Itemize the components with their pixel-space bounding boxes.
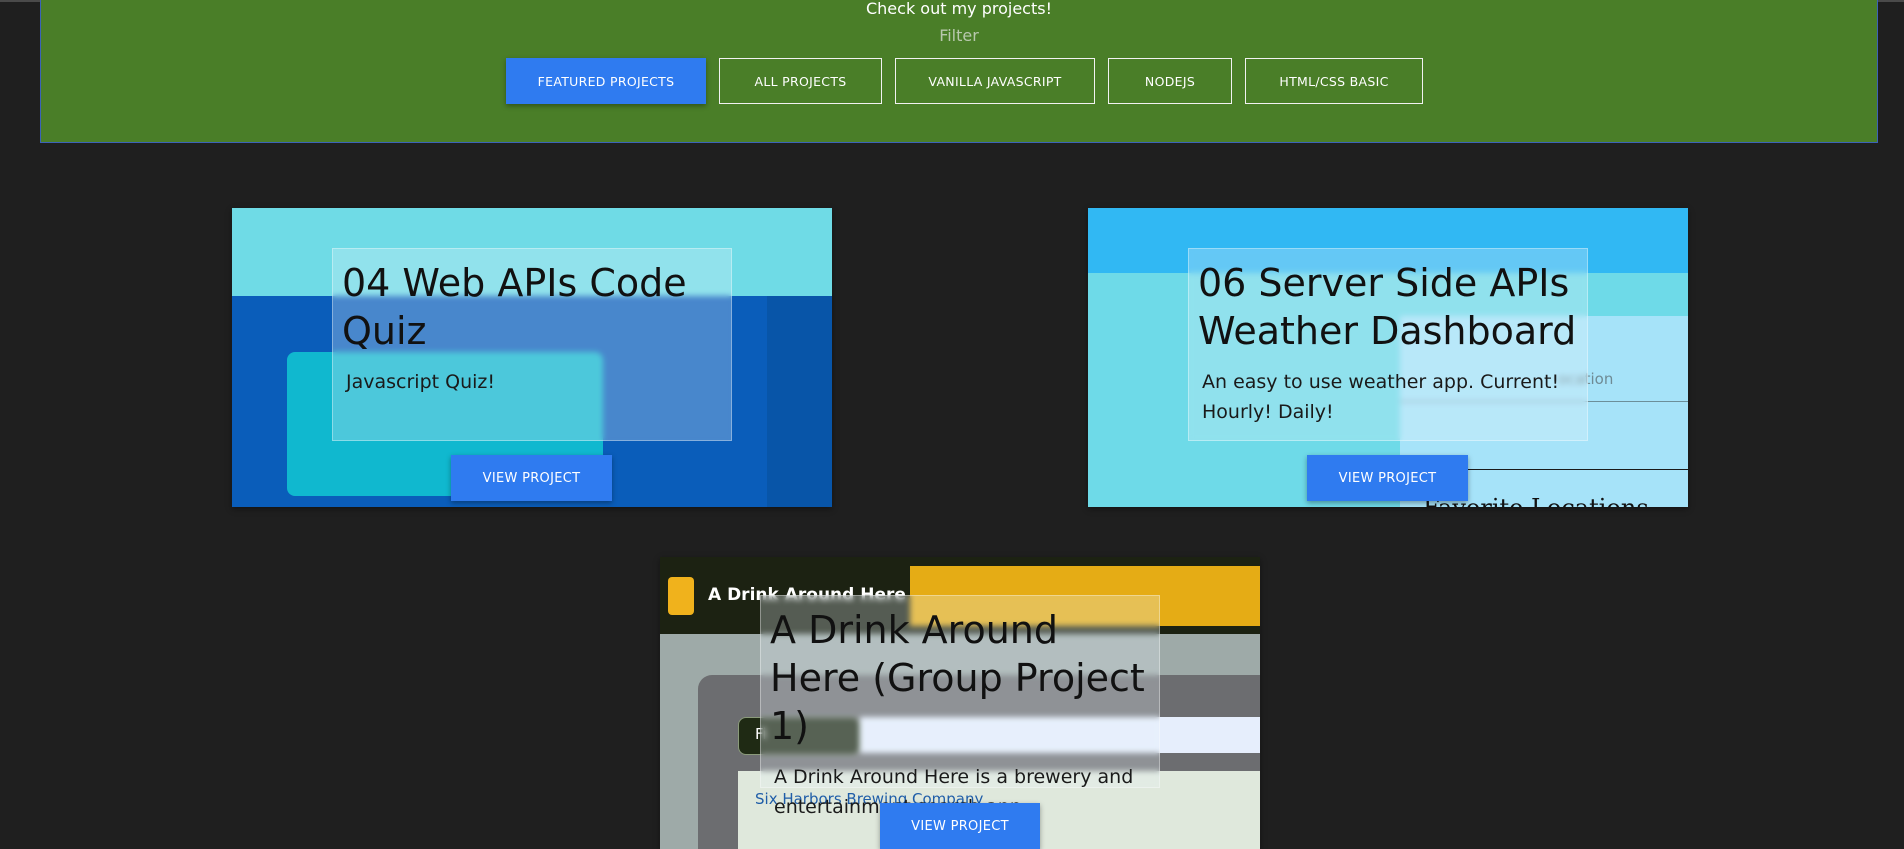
view-project-button[interactable]: VIEW PROJECT (1307, 455, 1468, 501)
beer-mug-icon (668, 577, 694, 615)
filter-all-projects-button[interactable]: ALL PROJECTS (719, 58, 882, 104)
filter-html-css-basic-button[interactable]: HTML/CSS BASIC (1245, 58, 1423, 104)
project-card-drink-around-here: A Drink Around Here Fi Six Harbors Brewi… (660, 557, 1260, 849)
section-headline: Check out my projects! (865, 0, 1052, 18)
filter-featured-projects-button[interactable]: FEATURED PROJECTS (506, 58, 706, 104)
project-title: A Drink Around Here (Group Project 1) (770, 608, 1145, 748)
project-description: Javascript Quiz! (346, 371, 495, 393)
project-description: An easy to use weather app. Current! Hou… (1202, 371, 1560, 423)
filter-nodejs-button[interactable]: NODEJS (1108, 58, 1232, 104)
filter-bar: FEATURED PROJECTS ALL PROJECTS VANILLA J… (506, 58, 1423, 104)
project-title: 04 Web APIs Code Quiz (342, 261, 687, 353)
project-info-overlay: 06 Server Side APIs Weather Dashboard An… (1188, 248, 1588, 441)
project-title: 06 Server Side APIs Weather Dashboard (1198, 261, 1577, 353)
thumbnail-stripe (767, 296, 832, 507)
project-card-weather-dashboard: ocation Favorite Locations 06 Server Sid… (1088, 208, 1688, 507)
project-info-overlay: 04 Web APIs Code Quiz Javascript Quiz! (332, 248, 732, 441)
projects-header: Check out my projects! Filter FEATURED P… (40, 0, 1878, 143)
filter-label: Filter (939, 26, 979, 45)
filter-vanilla-javascript-button[interactable]: VANILLA JAVASCRIPT (895, 58, 1095, 104)
view-project-button[interactable]: VIEW PROJECT (451, 455, 612, 501)
project-info-overlay: A Drink Around Here (Group Project 1) A … (760, 595, 1160, 818)
project-card-code-quiz: 04 Web APIs Code Quiz Javascript Quiz! V… (232, 208, 832, 507)
view-project-button[interactable]: VIEW PROJECT (880, 803, 1040, 849)
